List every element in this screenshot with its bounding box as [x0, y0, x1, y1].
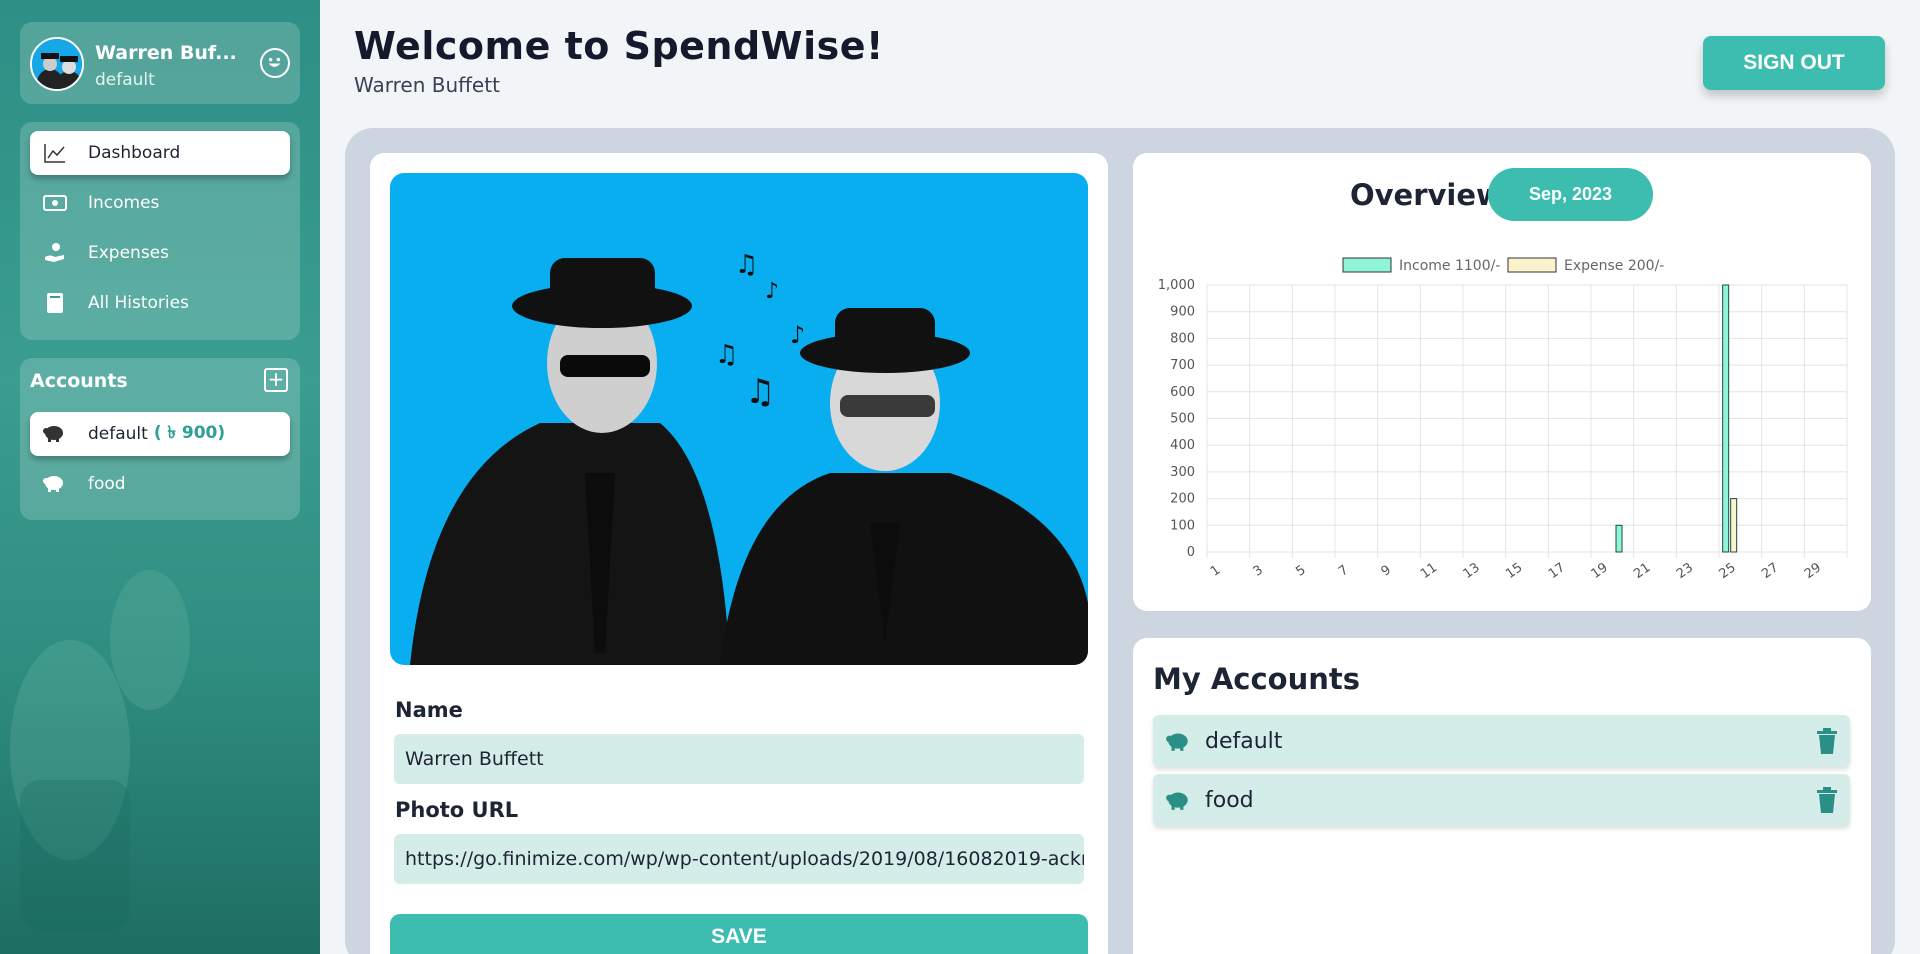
- plant-background-image: [10, 570, 190, 930]
- sidebar-account-food[interactable]: food: [30, 462, 290, 506]
- y-tick-label: 200: [1170, 492, 1195, 507]
- month-selector-button[interactable]: Sep, 2023: [1488, 168, 1653, 221]
- photo-url-input[interactable]: [394, 834, 1084, 884]
- hand-coin-icon: [42, 242, 68, 264]
- sidebar-account-default[interactable]: default ( ৳ 900): [30, 412, 290, 456]
- y-tick-label: 500: [1170, 412, 1195, 427]
- user-card: Warren Buf... default: [20, 22, 300, 104]
- trash-icon[interactable]: [1816, 728, 1838, 758]
- smile-icon[interactable]: [260, 48, 290, 78]
- money-icon: [42, 192, 68, 214]
- name-input[interactable]: [394, 734, 1084, 784]
- trash-icon[interactable]: [1816, 787, 1838, 817]
- y-tick-label: 300: [1170, 465, 1195, 480]
- add-account-icon[interactable]: +: [264, 368, 288, 392]
- x-tick-label: 29: [1802, 560, 1824, 582]
- y-tick-label: 600: [1170, 385, 1195, 400]
- nav-item-incomes[interactable]: Incomes: [30, 181, 290, 225]
- bar-income: [1722, 284, 1730, 553]
- x-tick-label: 17: [1546, 560, 1568, 582]
- my-accounts-title: My Accounts: [1153, 662, 1361, 696]
- y-tick-label: 700: [1170, 358, 1195, 373]
- svg-text:♪: ♪: [765, 279, 779, 304]
- piggy-bank-icon: [42, 472, 68, 497]
- account-name: food: [1205, 787, 1254, 813]
- account-row-food[interactable]: food: [1153, 774, 1850, 826]
- accounts-title: Accounts: [30, 370, 128, 392]
- x-tick-label: 21: [1631, 560, 1653, 582]
- x-tick-label: 23: [1674, 560, 1696, 582]
- photo-url-label: Photo URL: [395, 798, 519, 822]
- user-name: Warren Buf...: [95, 42, 237, 64]
- account-name: food: [88, 474, 126, 494]
- svg-text:♪: ♪: [790, 321, 805, 349]
- svg-text:♫: ♫: [715, 340, 738, 370]
- sidebar: Warren Buf... default Dashboard Incomes: [0, 0, 320, 954]
- x-tick-label: 25: [1717, 560, 1739, 582]
- legend-swatch: [1342, 257, 1392, 273]
- nav-item-dashboard[interactable]: Dashboard: [30, 131, 290, 175]
- chart-line-icon: [42, 142, 68, 164]
- nav-label: Expenses: [88, 243, 169, 263]
- nav-label: Incomes: [88, 193, 160, 213]
- x-tick-label: 11: [1418, 560, 1440, 582]
- avatar[interactable]: [30, 37, 84, 91]
- nav-label: Dashboard: [88, 143, 181, 163]
- account-name: default: [1205, 728, 1283, 754]
- y-tick-label: 800: [1170, 331, 1195, 346]
- legend-label: Expense 200/-: [1564, 258, 1664, 274]
- x-tick-label: 1: [1208, 563, 1223, 580]
- y-tick-label: 1,000: [1158, 278, 1195, 293]
- nav-item-all-histories[interactable]: All Histories: [30, 281, 290, 325]
- piggy-bank-icon: [1165, 788, 1191, 814]
- book-icon: [42, 292, 68, 314]
- x-tick-label: 27: [1759, 560, 1781, 582]
- legend-swatch: [1507, 257, 1557, 273]
- account-name: default: [88, 424, 148, 444]
- name-label: Name: [395, 698, 463, 722]
- overview-chart: 01002003004005006007008009001,0001 3 5 7 9 11…: [1158, 257, 1848, 582]
- y-tick-label: 0: [1187, 545, 1195, 560]
- nav-item-expenses[interactable]: Expenses: [30, 231, 290, 275]
- account-row-default[interactable]: default: [1153, 715, 1850, 767]
- y-tick-label: 900: [1170, 305, 1195, 320]
- x-tick-label: 13: [1461, 560, 1483, 582]
- nav-card: Dashboard Incomes Expenses All Histories: [20, 122, 300, 340]
- save-button[interactable]: SAVE: [390, 914, 1088, 954]
- piggy-bank-icon: [42, 422, 68, 447]
- nav-label: All Histories: [88, 293, 189, 313]
- account-balance: ( ৳ 900): [153, 423, 226, 443]
- x-tick-label: 5: [1293, 563, 1308, 580]
- sign-out-button[interactable]: SIGN OUT: [1703, 36, 1885, 90]
- user-account: default: [95, 70, 155, 90]
- piggy-bank-icon: [1165, 729, 1191, 755]
- page-subtitle: Warren Buffett: [354, 73, 500, 97]
- profile-photo: ♫ ♪ ♫ ♫ ♪: [390, 173, 1088, 665]
- y-tick-label: 100: [1170, 518, 1195, 533]
- x-tick-label: 15: [1503, 560, 1525, 582]
- bar-expense: [1730, 498, 1738, 553]
- accounts-card: Accounts + default ( ৳ 900) food: [20, 358, 300, 520]
- page-title: Welcome to SpendWise!: [354, 24, 884, 68]
- svg-text:♫: ♫: [735, 250, 758, 280]
- x-tick-label: 3: [1251, 563, 1266, 580]
- x-tick-label: 19: [1589, 560, 1611, 582]
- svg-text:♫: ♫: [745, 372, 775, 412]
- overview-title: Overview: [1350, 178, 1503, 212]
- y-tick-label: 400: [1170, 438, 1195, 453]
- bar-income: [1615, 524, 1623, 553]
- x-tick-label: 7: [1336, 563, 1351, 580]
- legend-label: Income 1100/-: [1399, 258, 1500, 274]
- x-tick-label: 9: [1379, 563, 1394, 580]
